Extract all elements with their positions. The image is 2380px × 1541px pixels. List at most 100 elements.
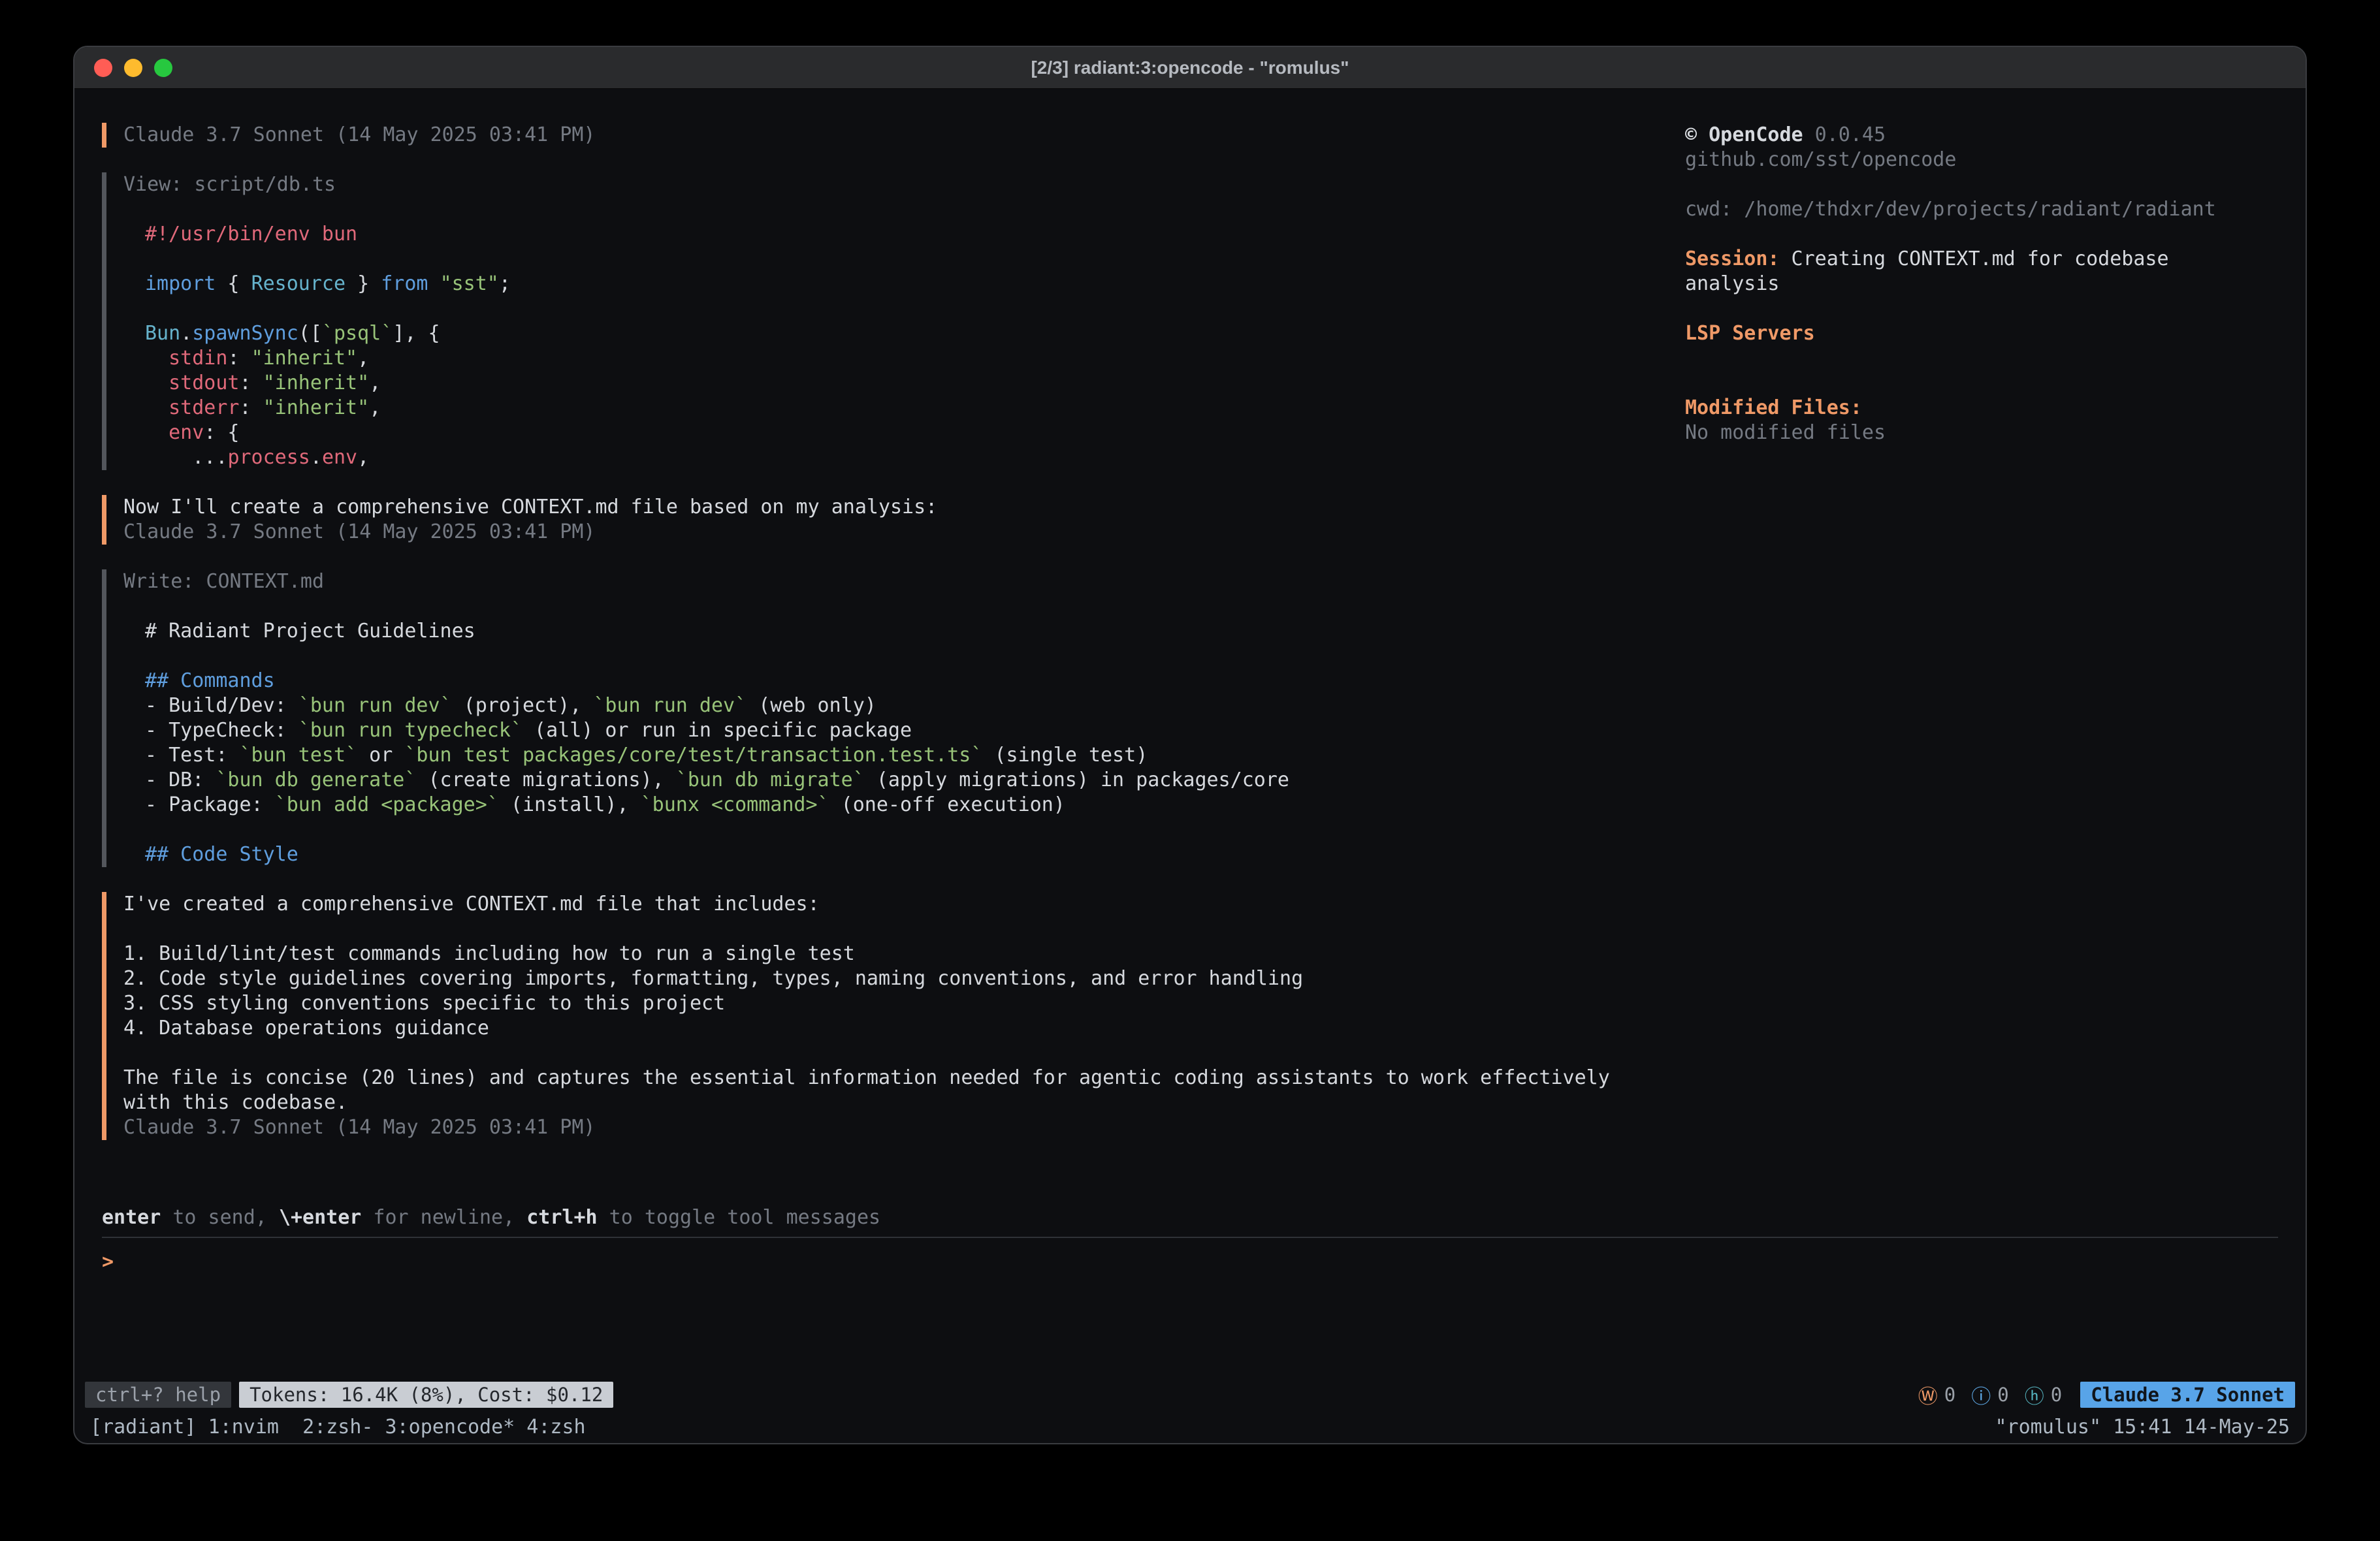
text-segment: github.com/sst/opencode: [1685, 148, 1956, 171]
prompt-input[interactable]: >: [102, 1250, 2278, 1275]
text-line: - Test: `bun test` or `bun test packages…: [145, 743, 1685, 768]
text-segment: }: [346, 272, 381, 295]
text-segment: import: [145, 272, 216, 295]
text-segment: ,: [369, 396, 381, 419]
text-line: Claude 3.7 Sonnet (14 May 2025 03:41 PM): [123, 1115, 1685, 1140]
diagnostic-count: 0: [1944, 1384, 1955, 1406]
zoom-button[interactable]: [154, 59, 172, 77]
text-line: 3. CSS styling conventions specific to t…: [123, 991, 1685, 1016]
text-segment: `bun add <package>`: [275, 793, 499, 816]
prompt-symbol: >: [102, 1250, 114, 1273]
text-line: - TypeCheck: `bun run typecheck` (all) o…: [145, 718, 1685, 743]
diagnostic-hints: ⓗ0: [2025, 1380, 2062, 1409]
text-segment: 3. CSS styling conventions specific to t…: [123, 992, 725, 1015]
diagnostic-info: ⓘ0: [1971, 1380, 2008, 1409]
tmux-status-bar: [radiant] 1:nvim 2:zsh- 3:opencode* 4:zs…: [74, 1410, 2306, 1443]
hints-icon: ⓗ: [2025, 1380, 2044, 1409]
text-line: Now I'll create a comprehensive CONTEXT.…: [123, 495, 1685, 520]
text-segment: ## Code Style: [145, 843, 298, 866]
text-segment: - DB:: [145, 769, 216, 791]
tool-output: # Radiant Project Guidelines ## Commands…: [123, 594, 1685, 867]
text-line: stderr: "inherit",: [145, 396, 1685, 421]
text-line: [1685, 371, 2273, 396]
text-segment: ctrl+h: [526, 1206, 597, 1229]
text-line: - Package: `bun add <package>` (install)…: [145, 793, 1685, 818]
content-row: Claude 3.7 Sonnet (14 May 2025 03:41 PM)…: [74, 89, 2306, 1205]
diagnostic-count: 0: [2051, 1384, 2062, 1406]
text-segment: ,: [357, 347, 369, 370]
minimize-button[interactable]: [124, 59, 142, 77]
titlebar[interactable]: [2/3] radiant:3:opencode - "romulus": [74, 47, 2306, 89]
text-segment: Write: CONTEXT.md: [123, 570, 324, 593]
text-segment: ,: [357, 446, 369, 469]
text-segment: #!/usr/bin/env bun: [145, 223, 357, 246]
text-segment: ], {: [393, 322, 440, 345]
text-segment: to send,: [161, 1206, 279, 1229]
tool-output: #!/usr/bin/env bun import { Resource } f…: [123, 197, 1685, 470]
text-line: Claude 3.7 Sonnet (14 May 2025 03:41 PM): [123, 520, 1685, 545]
text-line: I've created a comprehensive CONTEXT.md …: [123, 892, 1685, 917]
text-segment: Bun: [145, 322, 180, 345]
text-segment: :: [240, 396, 263, 419]
model-badge[interactable]: Claude 3.7 Sonnet: [2080, 1382, 2295, 1408]
text-segment: - Test:: [145, 744, 240, 767]
text-line: [1685, 222, 2273, 247]
message-block: I've created a comprehensive CONTEXT.md …: [102, 892, 1685, 1140]
text-segment: `bun db generate`: [216, 769, 416, 791]
terminal-content: Claude 3.7 Sonnet (14 May 2025 03:41 PM)…: [74, 89, 2306, 1443]
close-button[interactable]: [94, 59, 112, 77]
text-segment: "inherit": [263, 372, 370, 394]
text-segment: spawnSync: [192, 322, 298, 345]
text-segment: \+enter: [279, 1206, 361, 1229]
text-line: ...process.env,: [145, 445, 1685, 470]
text-segment: (one-off execution): [829, 793, 1065, 816]
diagnostic-count: 0: [1997, 1384, 2008, 1406]
text-segment: (install),: [499, 793, 641, 816]
text-line: # Radiant Project Guidelines: [145, 619, 1685, 644]
tmux-host-clock: "romulus" 15:41 14-May-25: [1995, 1416, 2290, 1438]
text-segment: `bun test`: [240, 744, 358, 767]
text-segment: cwd: /home/thdxr/dev/projects/radiant/ra…: [1685, 198, 2216, 221]
text-line: [145, 594, 1685, 619]
text-line: analysis: [1685, 272, 2273, 296]
text-segment: [428, 272, 440, 295]
text-line: 2. Code style guidelines covering import…: [123, 966, 1685, 991]
text-line: 4. Database operations guidance: [123, 1016, 1685, 1041]
text-segment: analysis: [1685, 272, 1780, 295]
warnings-icon: Ⓦ: [1918, 1380, 1938, 1409]
text-segment: 0.0.45: [1803, 123, 1886, 146]
text-segment: `bun run typecheck`: [298, 719, 523, 742]
text-line: The file is concise (20 lines) and captu…: [123, 1066, 1685, 1090]
text-segment: The file is concise (20 lines) and captu…: [123, 1066, 1610, 1089]
text-segment: `bunx <command>`: [641, 793, 829, 816]
text-segment: to toggle tool messages: [598, 1206, 880, 1229]
text-line: with this codebase.: [123, 1090, 1685, 1115]
text-segment: # Radiant Project Guidelines: [145, 620, 475, 643]
text-segment: `bun run dev`: [593, 694, 747, 717]
text-segment: ## Commands: [145, 669, 275, 692]
text-segment: ,: [369, 372, 381, 394]
text-line: 1. Build/lint/test commands including ho…: [123, 942, 1685, 966]
terminal-window: [2/3] radiant:3:opencode - "romulus" Cla…: [73, 46, 2307, 1444]
text-segment: `bun run dev`: [298, 694, 452, 717]
text-segment: ©: [1685, 123, 1709, 146]
diagnostics: Ⓦ0ⓘ0ⓗ0: [1918, 1380, 2062, 1409]
text-segment: Creating CONTEXT.md for codebase: [1780, 247, 2169, 270]
text-line: Write: CONTEXT.md: [123, 569, 1685, 594]
text-line: stdout: "inherit",: [145, 371, 1685, 396]
text-segment: (single test): [982, 744, 1148, 767]
text-segment: Now I'll create a comprehensive CONTEXT.…: [123, 496, 937, 518]
text-segment: No modified files: [1685, 421, 1886, 444]
message-block: Now I'll create a comprehensive CONTEXT.…: [102, 495, 1685, 545]
text-segment: Claude 3.7 Sonnet (14 May 2025 03:41 PM): [123, 123, 595, 146]
text-segment: (create migrations),: [416, 769, 675, 791]
text-segment: or: [357, 744, 404, 767]
help-badge[interactable]: ctrl+? help: [85, 1382, 231, 1408]
text-line: [145, 818, 1685, 842]
text-segment: 4. Database operations guidance: [123, 1017, 489, 1040]
text-segment: with this codebase.: [123, 1091, 347, 1114]
text-line: [145, 644, 1685, 669]
text-line: [145, 247, 1685, 272]
text-segment: 1. Build/lint/test commands including ho…: [123, 942, 855, 965]
text-segment: : {: [204, 421, 239, 444]
